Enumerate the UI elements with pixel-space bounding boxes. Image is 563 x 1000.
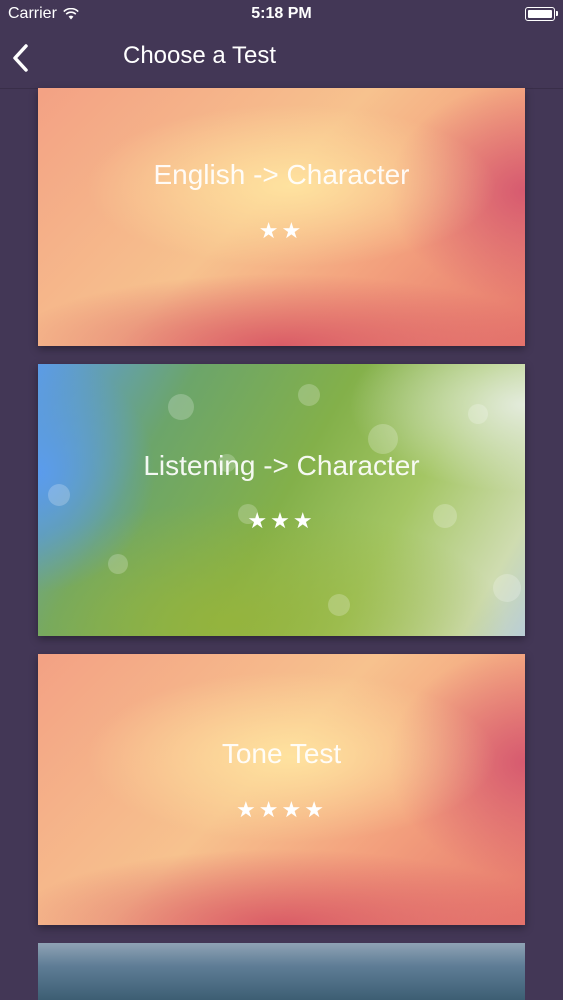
test-card-listening-character[interactable]: Listening -> Character ★★★ — [38, 364, 525, 636]
battery-icon — [525, 7, 558, 21]
page-title: Choose a Test — [123, 42, 276, 69]
test-card-title: Listening -> Character — [143, 450, 420, 481]
star-rating: ★★ — [258, 219, 305, 244]
test-card-partial[interactable] — [38, 943, 525, 1000]
bokeh-decoration — [468, 404, 488, 424]
star-rating: ★★★★ — [236, 798, 327, 823]
test-card-title: English -> Character — [153, 159, 410, 190]
test-card-title: Tone Test — [221, 738, 342, 769]
bokeh-decoration — [298, 384, 320, 406]
bokeh-decoration — [328, 594, 350, 616]
bokeh-decoration — [168, 394, 194, 420]
bokeh-decoration — [48, 484, 70, 506]
test-card-tone-test[interactable]: Tone Test ★★★★ — [38, 654, 525, 925]
status-time: 5:18 PM — [251, 5, 312, 22]
bokeh-decoration — [493, 574, 521, 602]
star-rating: ★★★ — [247, 509, 316, 534]
status-bar: Carrier 5:18 PM — [0, 0, 563, 30]
test-card-english-character[interactable]: English -> Character ★★ — [38, 88, 525, 346]
chevron-left-icon — [13, 44, 28, 72]
navigation-bar: Choose a Test — [0, 30, 563, 89]
bokeh-decoration — [108, 554, 128, 574]
back-button[interactable] — [8, 40, 38, 76]
